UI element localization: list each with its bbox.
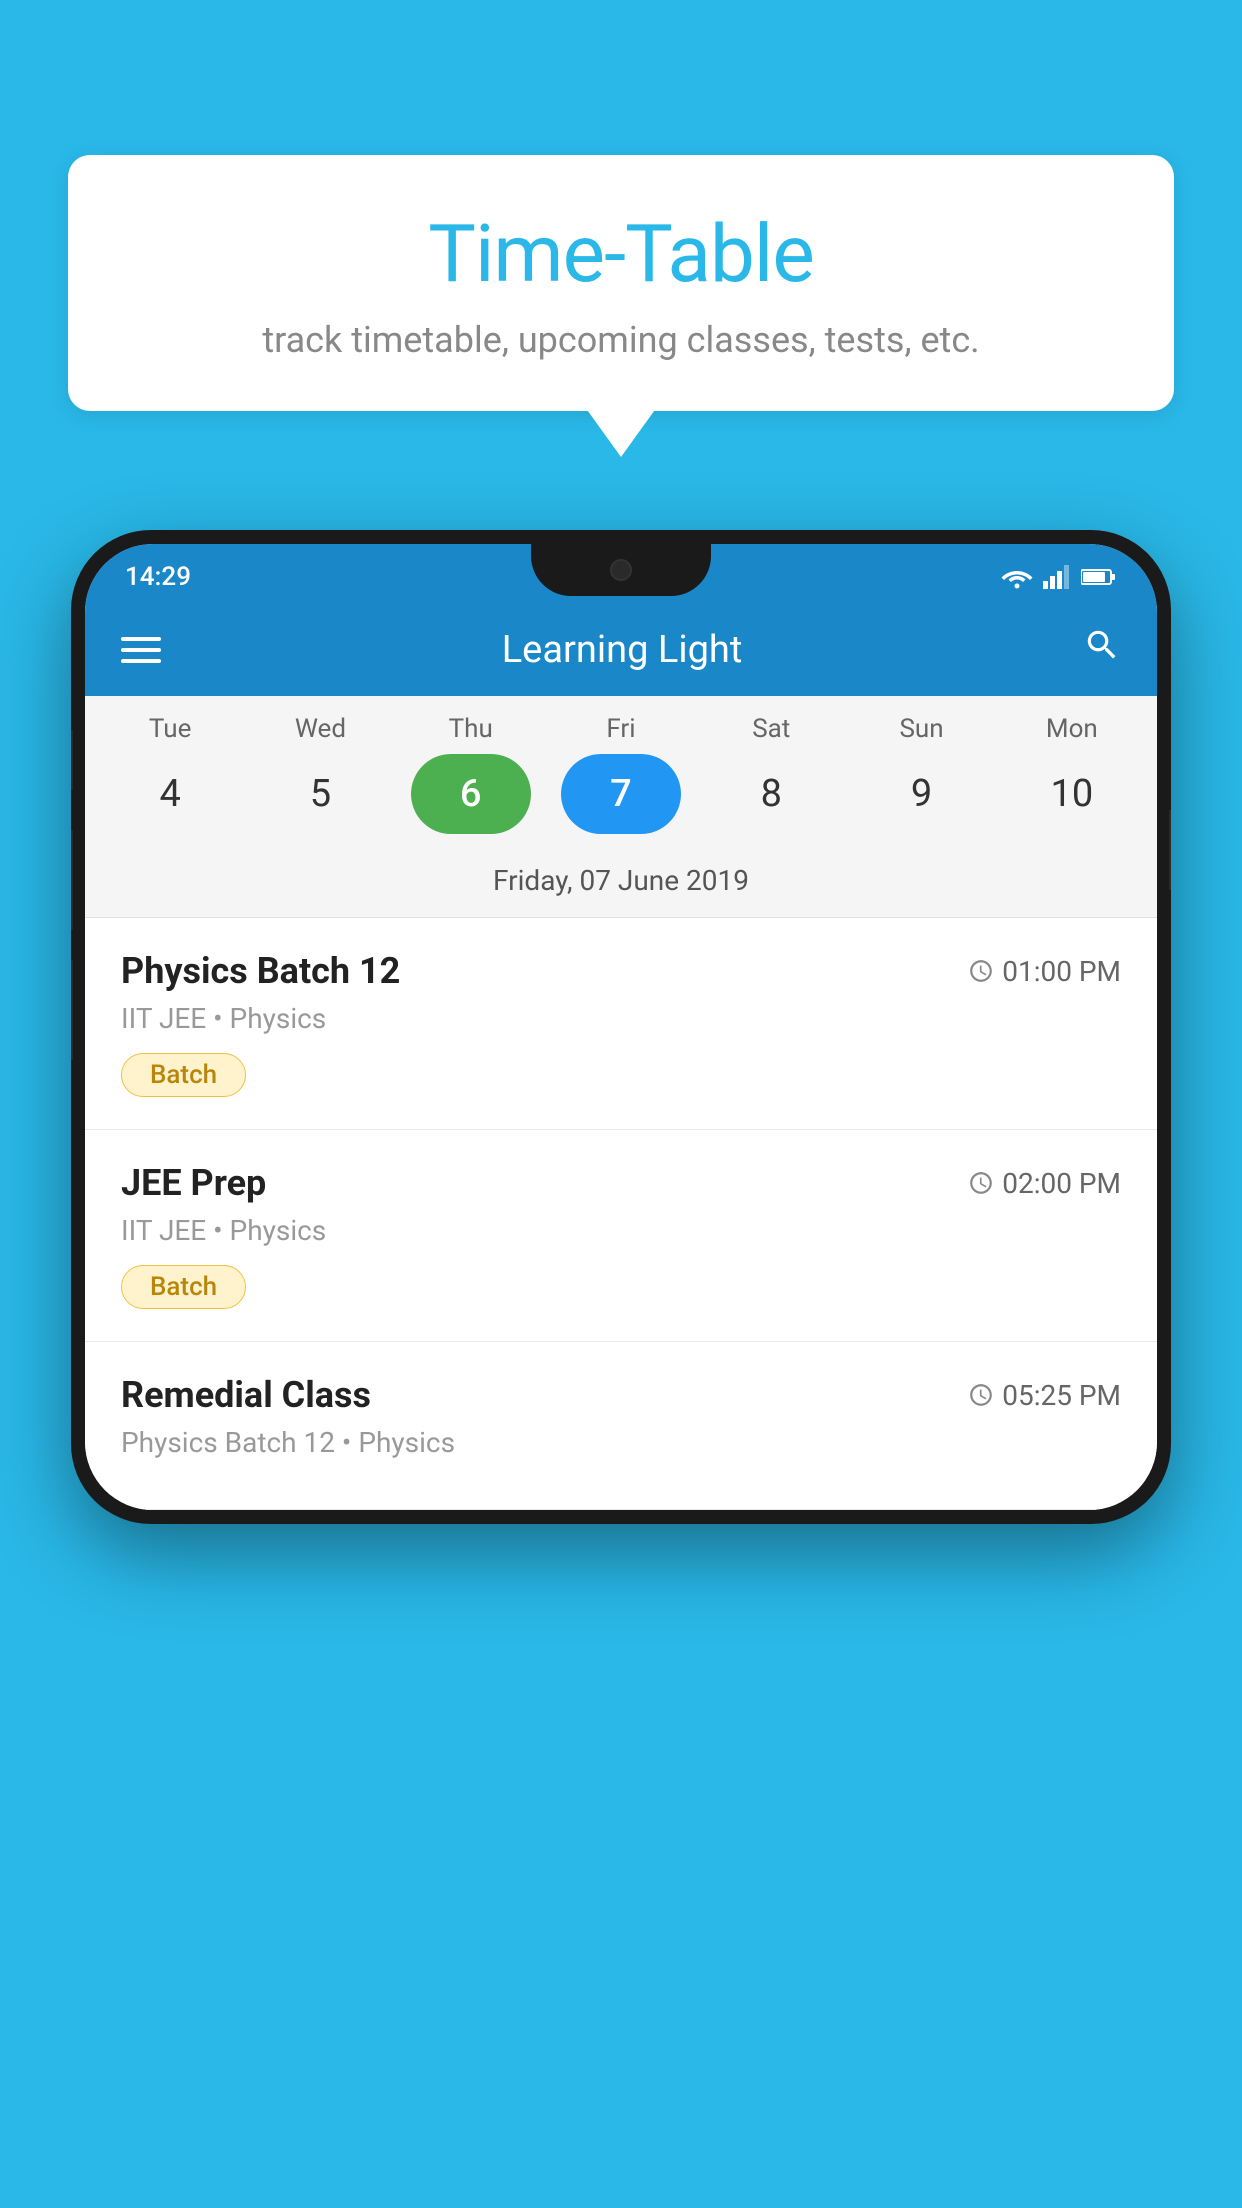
item-title: Remedial Class [121, 1374, 371, 1416]
day-number[interactable]: 9 [862, 754, 982, 834]
item-title: JEE Prep [121, 1162, 266, 1204]
status-time: 14:29 [125, 562, 191, 592]
item-time: 01:00 PM [968, 955, 1121, 988]
day-label: Tue [110, 714, 230, 744]
schedule-item[interactable]: Physics Batch 12 01:00 PM IIT JEE • Physic… [85, 918, 1157, 1130]
status-icons [1001, 565, 1117, 589]
volume-down-button [71, 960, 73, 1060]
bubble-subtitle: track timetable, upcoming classes, tests… [128, 319, 1114, 361]
day-label: Sat [711, 714, 831, 744]
day-labels: Tue Wed Thu Fri Sat Sun Mon [85, 714, 1157, 744]
day-number[interactable]: 7 [561, 754, 681, 834]
clock-icon [968, 1170, 994, 1196]
phone-screen: 14:29 [85, 544, 1157, 1510]
wifi-icon [1001, 565, 1033, 589]
item-time: 05:25 PM [968, 1379, 1121, 1412]
day-number[interactable]: 8 [711, 754, 831, 834]
item-time: 02:00 PM [968, 1167, 1121, 1200]
batch-badge: Batch [121, 1053, 246, 1097]
day-numbers: 456789 10 [85, 754, 1157, 852]
camera [610, 559, 632, 581]
item-subtitle: IIT JEE • Physics [121, 1002, 1121, 1035]
batch-badge: Batch [121, 1265, 246, 1309]
schedule-list: Physics Batch 12 01:00 PM IIT JEE • Physic… [85, 918, 1157, 1510]
day-label: Sun [862, 714, 982, 744]
phone-body: 14:29 [71, 530, 1171, 1524]
clock-icon [968, 1382, 994, 1408]
battery-icon [1081, 567, 1117, 587]
day-number[interactable]: 6 [411, 754, 531, 834]
schedule-item[interactable]: JEE Prep 02:00 PM IIT JEE • Physics Batch [85, 1130, 1157, 1342]
item-subtitle: Physics Batch 12 • Physics [121, 1426, 1121, 1459]
mute-button [71, 730, 73, 790]
item-subtitle: IIT JEE • Physics [121, 1214, 1121, 1247]
clock-icon [968, 958, 994, 984]
day-label: Mon [1012, 714, 1132, 744]
day-label: Thu [411, 714, 531, 744]
calendar-header: Tue Wed Thu Fri Sat Sun Mon 456789 10 Friday, 0… [85, 696, 1157, 918]
menu-button[interactable] [121, 637, 161, 663]
selected-date-label: Friday, 07 June 2019 [85, 852, 1157, 918]
power-button [1169, 810, 1171, 890]
schedule-item[interactable]: Remedial Class 05:25 PM Physics Batch 12 •… [85, 1342, 1157, 1510]
notch [531, 544, 711, 596]
volume-up-button [71, 830, 73, 930]
phone-mockup: 14:29 [71, 530, 1171, 1524]
search-button[interactable] [1083, 626, 1121, 674]
app-title: Learning Light [189, 628, 1055, 672]
day-number[interactable]: 10 [1012, 754, 1132, 834]
speech-bubble: Time-Table track timetable, upcoming cla… [68, 155, 1174, 411]
signal-icon [1043, 565, 1071, 589]
day-number[interactable]: 5 [260, 754, 380, 834]
day-label: Wed [260, 714, 380, 744]
bubble-title: Time-Table [128, 207, 1114, 301]
app-bar: Learning Light [85, 604, 1157, 696]
day-label: Fri [561, 714, 681, 744]
day-number[interactable]: 4 [110, 754, 230, 834]
status-bar: 14:29 [85, 544, 1157, 604]
item-title: Physics Batch 12 [121, 950, 400, 992]
